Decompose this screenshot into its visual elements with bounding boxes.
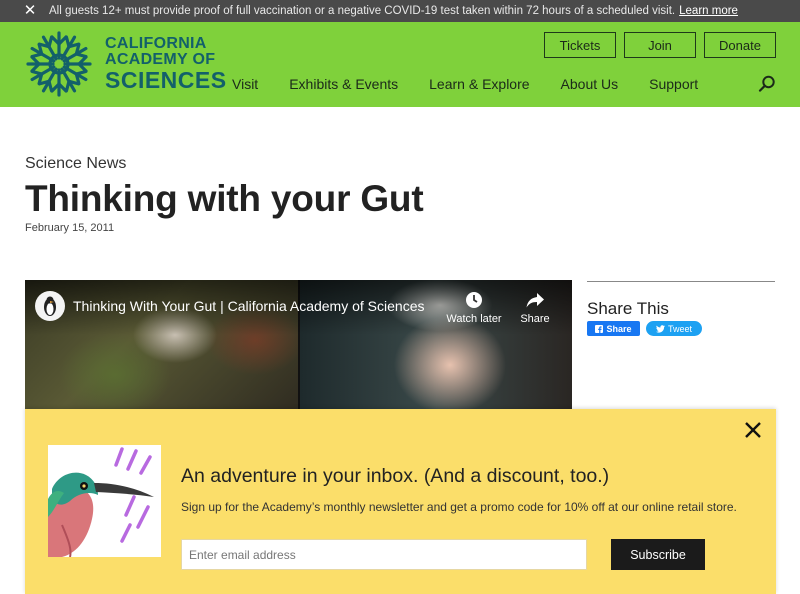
nav-item-learn-explore[interactable]: Learn & Explore [429,76,529,92]
logo-text: CALIFORNIA ACADEMY OF SCIENCES [105,36,227,92]
watch-later-button[interactable]: Watch later [445,290,503,325]
nav-item-about-us[interactable]: About Us [561,76,619,92]
header-buttons: Tickets Join Donate [544,32,776,58]
join-button[interactable]: Join [624,32,696,58]
search-icon[interactable] [758,75,776,93]
nav-item-exhibits-events[interactable]: Exhibits & Events [289,76,398,92]
watch-later-label: Watch later [446,313,502,325]
clock-icon [466,292,482,308]
channel-avatar[interactable] [35,291,65,321]
twitter-tweet-label: Tweet [667,323,692,334]
alert-text: All guests 12+ must provide proof of ful… [49,5,676,17]
facebook-share-button[interactable]: Share [587,321,640,336]
learn-more-link[interactable]: Learn more [679,5,738,17]
popup-close-icon[interactable] [742,419,764,441]
tickets-button[interactable]: Tickets [544,32,616,58]
bird-illustration [48,445,161,557]
share-title: Share This [587,299,669,318]
site-header: CALIFORNIA ACADEMY OF SCIENCES Tickets J… [0,22,800,107]
share-divider [587,281,775,282]
logo-icon [26,31,92,97]
main-nav: Visit Exhibits & Events Learn & Explore … [232,76,729,92]
logo-line-1: CALIFORNIA [105,35,207,52]
newsletter-heading: An adventure in your inbox. (And a disco… [181,465,610,487]
logo-line-3: SCIENCES [105,67,227,93]
penguin-icon [44,296,56,316]
article-date: February 15, 2011 [25,222,115,234]
logo[interactable]: CALIFORNIA ACADEMY OF SCIENCES [25,30,227,98]
newsletter-description: Sign up for the Academy’s monthly newsle… [181,500,737,514]
nav-item-support[interactable]: Support [649,76,698,92]
share-arrow-icon [526,293,544,308]
close-icon[interactable]: ✕ [19,0,41,22]
alert-message: All guests 12+ must provide proof of ful… [49,5,738,17]
logo-line-2: ACADEMY OF [105,51,216,68]
donate-button[interactable]: Donate [704,32,776,58]
alert-bar: ✕ All guests 12+ must provide proof of f… [0,0,800,22]
video-title[interactable]: Thinking With Your Gut | California Acad… [73,298,424,314]
facebook-share-label: Share [606,323,632,334]
page: ✕ All guests 12+ must provide proof of f… [0,0,800,594]
facebook-icon [595,324,604,333]
twitter-bird-icon [655,324,665,333]
twitter-tweet-button[interactable]: Tweet [646,321,702,336]
page-title: Thinking with your Gut [25,178,424,219]
subscribe-button[interactable]: Subscribe [611,539,705,570]
bird-icon [48,447,154,557]
nav-item-visit[interactable]: Visit [232,76,258,92]
newsletter-popup: An adventure in your inbox. (And a disco… [25,409,776,594]
video-share-label: Share [520,313,550,325]
video-player[interactable]: Thinking With Your Gut | California Acad… [25,280,572,420]
email-input[interactable] [181,539,587,570]
section-label[interactable]: Science News [25,155,126,173]
video-share-button[interactable]: Share [517,290,553,325]
